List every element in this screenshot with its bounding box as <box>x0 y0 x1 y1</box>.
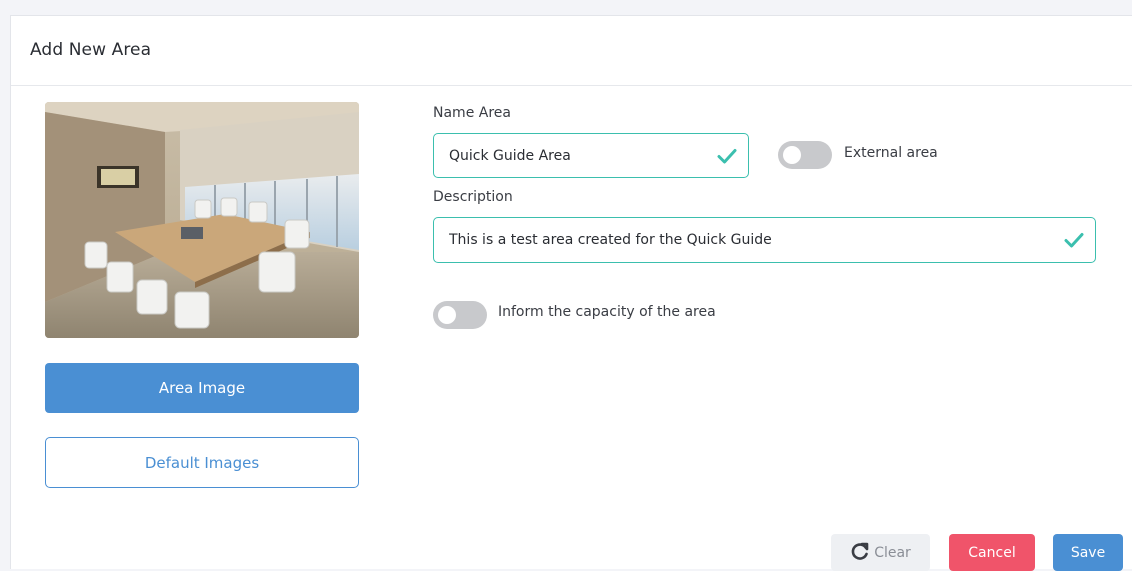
description-label: Description <box>433 189 513 205</box>
name-area-value: Quick Guide Area <box>449 147 571 164</box>
external-area-label: External area <box>844 145 938 161</box>
toggle-knob <box>438 306 456 324</box>
check-icon <box>716 145 738 167</box>
dialog-title: Add New Area <box>30 40 152 60</box>
name-area-input[interactable]: Quick Guide Area <box>433 133 749 178</box>
external-area-toggle[interactable] <box>778 141 832 169</box>
area-image-preview <box>45 102 359 338</box>
add-area-dialog: Add New Area Area Image Default Images N… <box>10 15 1132 571</box>
inform-capacity-label: Inform the capacity of the area <box>498 304 716 320</box>
clear-button[interactable]: Clear <box>831 534 930 571</box>
clear-label: Clear <box>874 544 911 561</box>
cancel-button[interactable]: Cancel <box>949 534 1035 571</box>
area-image-button[interactable]: Area Image <box>45 363 359 413</box>
default-images-button[interactable]: Default Images <box>45 437 359 488</box>
check-icon <box>1063 229 1085 251</box>
conference-room-photo <box>45 102 359 338</box>
description-input[interactable]: This is a test area created for the Quic… <box>433 217 1096 263</box>
dialog-header: Add New Area <box>11 16 1132 86</box>
name-area-label: Name Area <box>433 105 511 121</box>
toggle-knob <box>783 146 801 164</box>
refresh-icon <box>850 541 870 565</box>
save-button[interactable]: Save <box>1053 534 1123 571</box>
description-value: This is a test area created for the Quic… <box>449 232 772 248</box>
inform-capacity-toggle[interactable] <box>433 301 487 329</box>
